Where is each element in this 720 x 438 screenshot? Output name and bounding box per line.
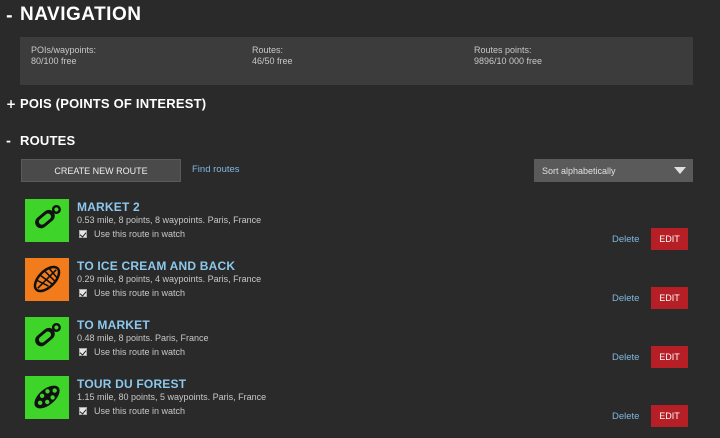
edit-route-button[interactable]: EDIT	[651, 346, 688, 368]
collapse-icon[interactable]: -	[6, 134, 20, 148]
delete-route-link[interactable]: Delete	[612, 352, 639, 363]
stat-pois-value: 80/100 free	[31, 56, 77, 66]
delete-route-link[interactable]: Delete	[612, 411, 639, 422]
route-item: TOUR DU FOREST 1.15 mile, 80 points, 5 w…	[0, 376, 720, 432]
use-in-watch-label: Use this route in watch	[94, 229, 186, 239]
stat-routes-label: Routes:	[252, 45, 284, 55]
stat-route-points: Routes points: 9896/10 000 free	[474, 45, 542, 67]
use-in-watch-label: Use this route in watch	[94, 406, 186, 416]
delete-route-link[interactable]: Delete	[612, 234, 639, 245]
routes-header[interactable]: - ROUTES	[6, 133, 75, 148]
navigation-header[interactable]: - NAVIGATION	[6, 4, 141, 26]
stat-routes-value: 46/50 free	[252, 56, 293, 66]
route-item: TO MARKET 0.48 mile, 8 points. Paris, Fr…	[0, 317, 720, 373]
stat-routes: Routes: 46/50 free	[252, 45, 293, 67]
shoe-print-icon[interactable]	[25, 199, 69, 242]
route-item: TO ICE CREAM AND BACK 0.29 mile, 8 point…	[0, 258, 720, 314]
shoe-print-icon[interactable]	[25, 317, 69, 360]
chevron-down-icon	[674, 167, 686, 174]
checkbox-checked-icon[interactable]	[79, 289, 87, 297]
collapse-icon[interactable]: -	[6, 6, 20, 25]
routes-title: ROUTES	[20, 133, 76, 148]
create-new-route-button[interactable]: CREATE NEW ROUTE	[21, 159, 181, 182]
pois-title: POIS (POINTS OF INTEREST)	[20, 96, 207, 111]
sort-select[interactable]: Sort alphabetically	[534, 159, 693, 182]
checkbox-checked-icon[interactable]	[79, 348, 87, 356]
stat-pois: POIs/waypoints: 80/100 free	[31, 45, 96, 67]
route-name[interactable]: TO MARKET	[77, 318, 150, 332]
sort-select-value: Sort alphabetically	[542, 165, 616, 176]
stat-pois-label: POIs/waypoints:	[31, 45, 97, 55]
route-details: 1.15 mile, 80 points, 5 waypoints. Paris…	[77, 392, 267, 402]
route-item: MARKET 2 0.53 mile, 8 points, 8 waypoint…	[0, 199, 720, 255]
route-details: 0.29 mile, 8 points, 4 waypoints. Paris,…	[77, 274, 262, 284]
use-in-watch-label: Use this route in watch	[94, 347, 186, 357]
use-in-watch-toggle[interactable]: Use this route in watch	[79, 288, 185, 298]
usage-stats-panel: POIs/waypoints: 80/100 free Routes: 46/5…	[20, 37, 693, 85]
edit-route-button[interactable]: EDIT	[651, 228, 688, 250]
use-in-watch-toggle[interactable]: Use this route in watch	[79, 229, 185, 239]
delete-route-link[interactable]: Delete	[612, 293, 639, 304]
navigation-title: NAVIGATION	[20, 4, 142, 25]
checkbox-checked-icon[interactable]	[79, 407, 87, 415]
route-name[interactable]: TO ICE CREAM AND BACK	[77, 259, 235, 273]
running-shoe-sole-icon[interactable]	[25, 258, 69, 301]
route-name[interactable]: MARKET 2	[77, 200, 140, 214]
stat-route-points-value: 9896/10 000 free	[474, 56, 543, 66]
use-in-watch-toggle[interactable]: Use this route in watch	[79, 406, 185, 416]
use-in-watch-label: Use this route in watch	[94, 288, 186, 298]
trail-shoe-sole-icon[interactable]	[25, 376, 69, 419]
stat-route-points-label: Routes points:	[474, 45, 532, 55]
pois-header[interactable]: + POIS (POINTS OF INTEREST)	[6, 96, 206, 111]
route-details: 0.48 mile, 8 points. Paris, France	[77, 333, 209, 343]
route-details: 0.53 mile, 8 points, 8 waypoints. Paris,…	[77, 215, 262, 225]
expand-icon[interactable]: +	[6, 97, 20, 111]
find-routes-link[interactable]: Find routes	[192, 164, 240, 175]
route-name[interactable]: TOUR DU FOREST	[77, 377, 186, 391]
use-in-watch-toggle[interactable]: Use this route in watch	[79, 347, 185, 357]
edit-route-button[interactable]: EDIT	[651, 287, 688, 309]
edit-route-button[interactable]: EDIT	[651, 405, 688, 427]
checkbox-checked-icon[interactable]	[79, 230, 87, 238]
